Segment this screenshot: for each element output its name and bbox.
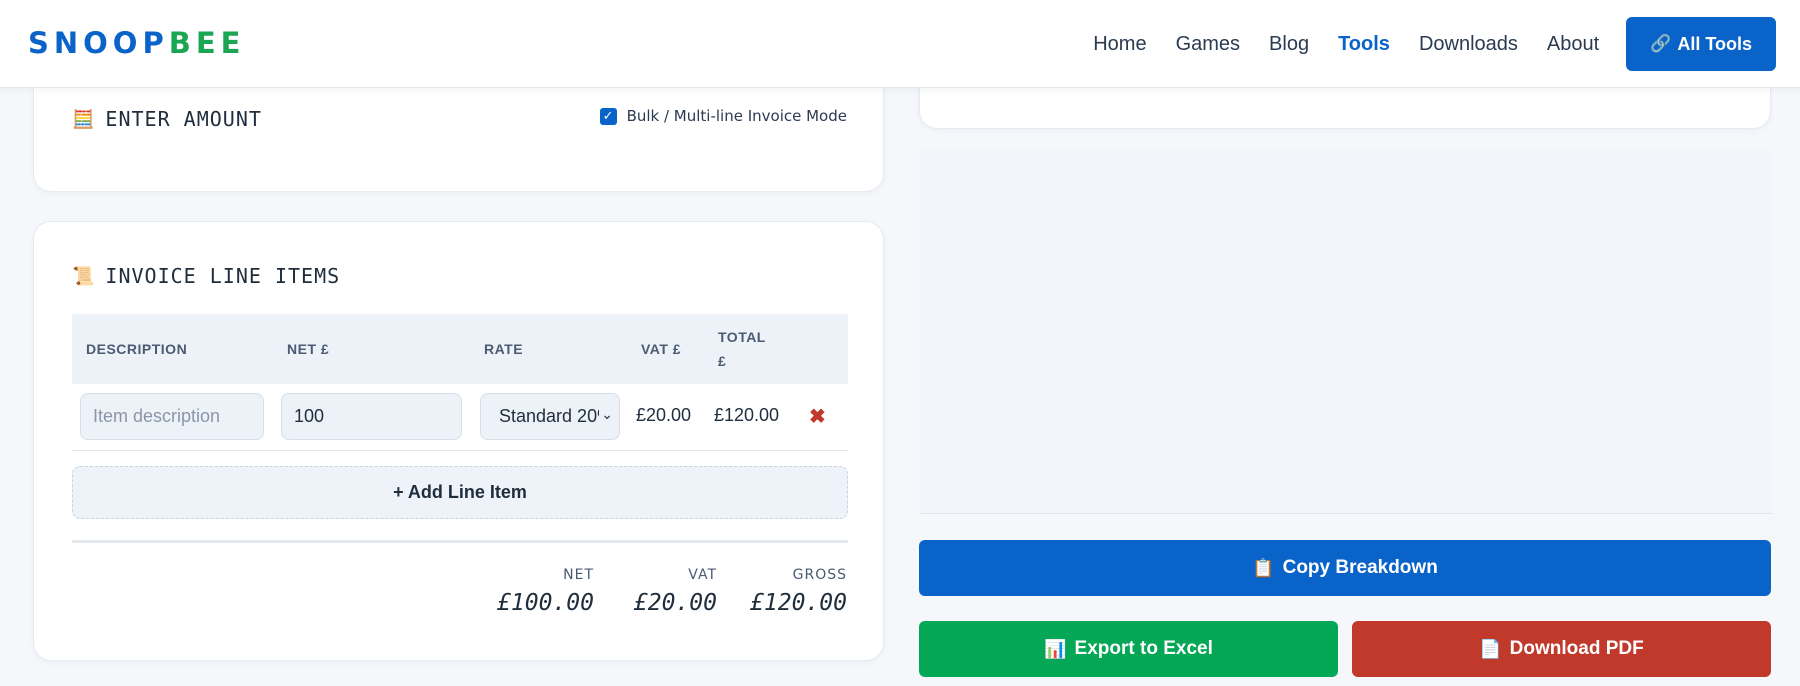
column-net: NET £	[287, 341, 330, 357]
scroll-icon: 📜	[72, 265, 96, 287]
enter-amount-heading: 🧮 ENTER AMOUNT	[72, 107, 262, 131]
vat-rate-select[interactable]: Standard 20% ⌄	[480, 393, 620, 440]
nav-blog[interactable]: Blog	[1269, 33, 1309, 56]
main-nav: Home Games Blog Tools Downloads About 🔗 …	[1064, 16, 1776, 72]
bar-chart-icon: 📊	[1044, 638, 1067, 659]
abacus-icon: 🧮	[72, 108, 96, 130]
logo-part-snoop: SNOOP	[28, 26, 169, 60]
site-logo[interactable]: SNOOPBEE	[28, 26, 245, 60]
add-line-item-button[interactable]: + Add Line Item	[72, 466, 848, 519]
vat-total: VAT £20.00	[634, 567, 717, 616]
clipboard-icon: 📋	[1252, 557, 1275, 578]
copy-breakdown-button[interactable]: 📋 Copy Breakdown	[919, 540, 1771, 596]
vat-total-value: £20.00	[633, 590, 717, 616]
all-tools-button[interactable]: 🔗 All Tools	[1626, 17, 1776, 71]
bulk-mode-checkbox[interactable]: ✓	[599, 107, 617, 125]
nav-home[interactable]: Home	[1093, 33, 1146, 56]
all-tools-label: All Tools	[1677, 33, 1752, 54]
net-total-value: £100.00	[497, 590, 594, 616]
column-total-currency: £	[718, 353, 727, 369]
column-rate: RATE	[484, 341, 524, 357]
delete-row-icon[interactable]: ✖	[809, 404, 826, 429]
download-pdf-button[interactable]: 📄 Download PDF	[1352, 621, 1771, 677]
nav-games[interactable]: Games	[1176, 33, 1240, 56]
export-excel-label: Export to Excel	[1074, 638, 1213, 659]
site-header: SNOOPBEE Home Games Blog Tools Downloads…	[0, 0, 1800, 88]
net-amount-input[interactable]: 100	[281, 393, 462, 440]
export-excel-button[interactable]: 📊 Export to Excel	[919, 621, 1338, 677]
column-total: TOTAL	[718, 329, 766, 345]
net-total: NET £100.00	[497, 567, 594, 616]
link-icon: 🔗	[1650, 34, 1672, 53]
gross-total-label: GROSS	[792, 567, 847, 583]
enter-amount-card: 🧮 ENTER AMOUNT ✓ Bulk / Multi-line Invoi…	[33, 70, 884, 192]
bulk-mode-label: Bulk / Multi-line Invoice Mode	[626, 107, 847, 125]
invoice-line-items-title: INVOICE LINE ITEMS	[105, 264, 341, 288]
vat-rate-value: Standard 20%	[499, 406, 614, 426]
line-items-table-header: DESCRIPTION NET £ RATE VAT £ TOTAL £	[72, 314, 848, 384]
invoice-line-items-card: 📜 INVOICE LINE ITEMS DESCRIPTION NET £ R…	[33, 221, 884, 661]
gross-total: GROSS £120.00	[750, 567, 847, 616]
description-input[interactable]: Item description	[80, 393, 264, 440]
column-description: DESCRIPTION	[86, 341, 188, 357]
nav-downloads[interactable]: Downloads	[1419, 33, 1518, 56]
nav-about[interactable]: About	[1547, 33, 1599, 56]
chevron-down-icon: ⌄	[599, 406, 613, 423]
logo-part-bee: BEE	[168, 26, 246, 60]
column-vat: VAT £	[641, 341, 682, 357]
vat-total-label: VAT	[688, 567, 717, 583]
download-pdf-label: Download PDF	[1509, 638, 1644, 659]
net-total-label: NET	[563, 567, 594, 583]
nav-tools[interactable]: Tools	[1338, 33, 1390, 56]
totals-divider	[72, 540, 848, 543]
row-total-value: £120.00	[714, 405, 780, 425]
enter-amount-title: ENTER AMOUNT	[105, 107, 262, 131]
row-vat-value: £20.00	[636, 405, 692, 425]
copy-breakdown-label: Copy Breakdown	[1282, 557, 1438, 578]
invoice-line-items-heading: 📜 INVOICE LINE ITEMS	[72, 264, 340, 288]
table-row: Item description 100 Standard 20% ⌄ £20.…	[72, 384, 848, 451]
results-panel	[919, 150, 1772, 514]
gross-total-value: £120.00	[750, 590, 847, 616]
document-icon: 📄	[1479, 638, 1502, 659]
bulk-mode-toggle[interactable]: ✓ Bulk / Multi-line Invoice Mode	[599, 107, 847, 125]
